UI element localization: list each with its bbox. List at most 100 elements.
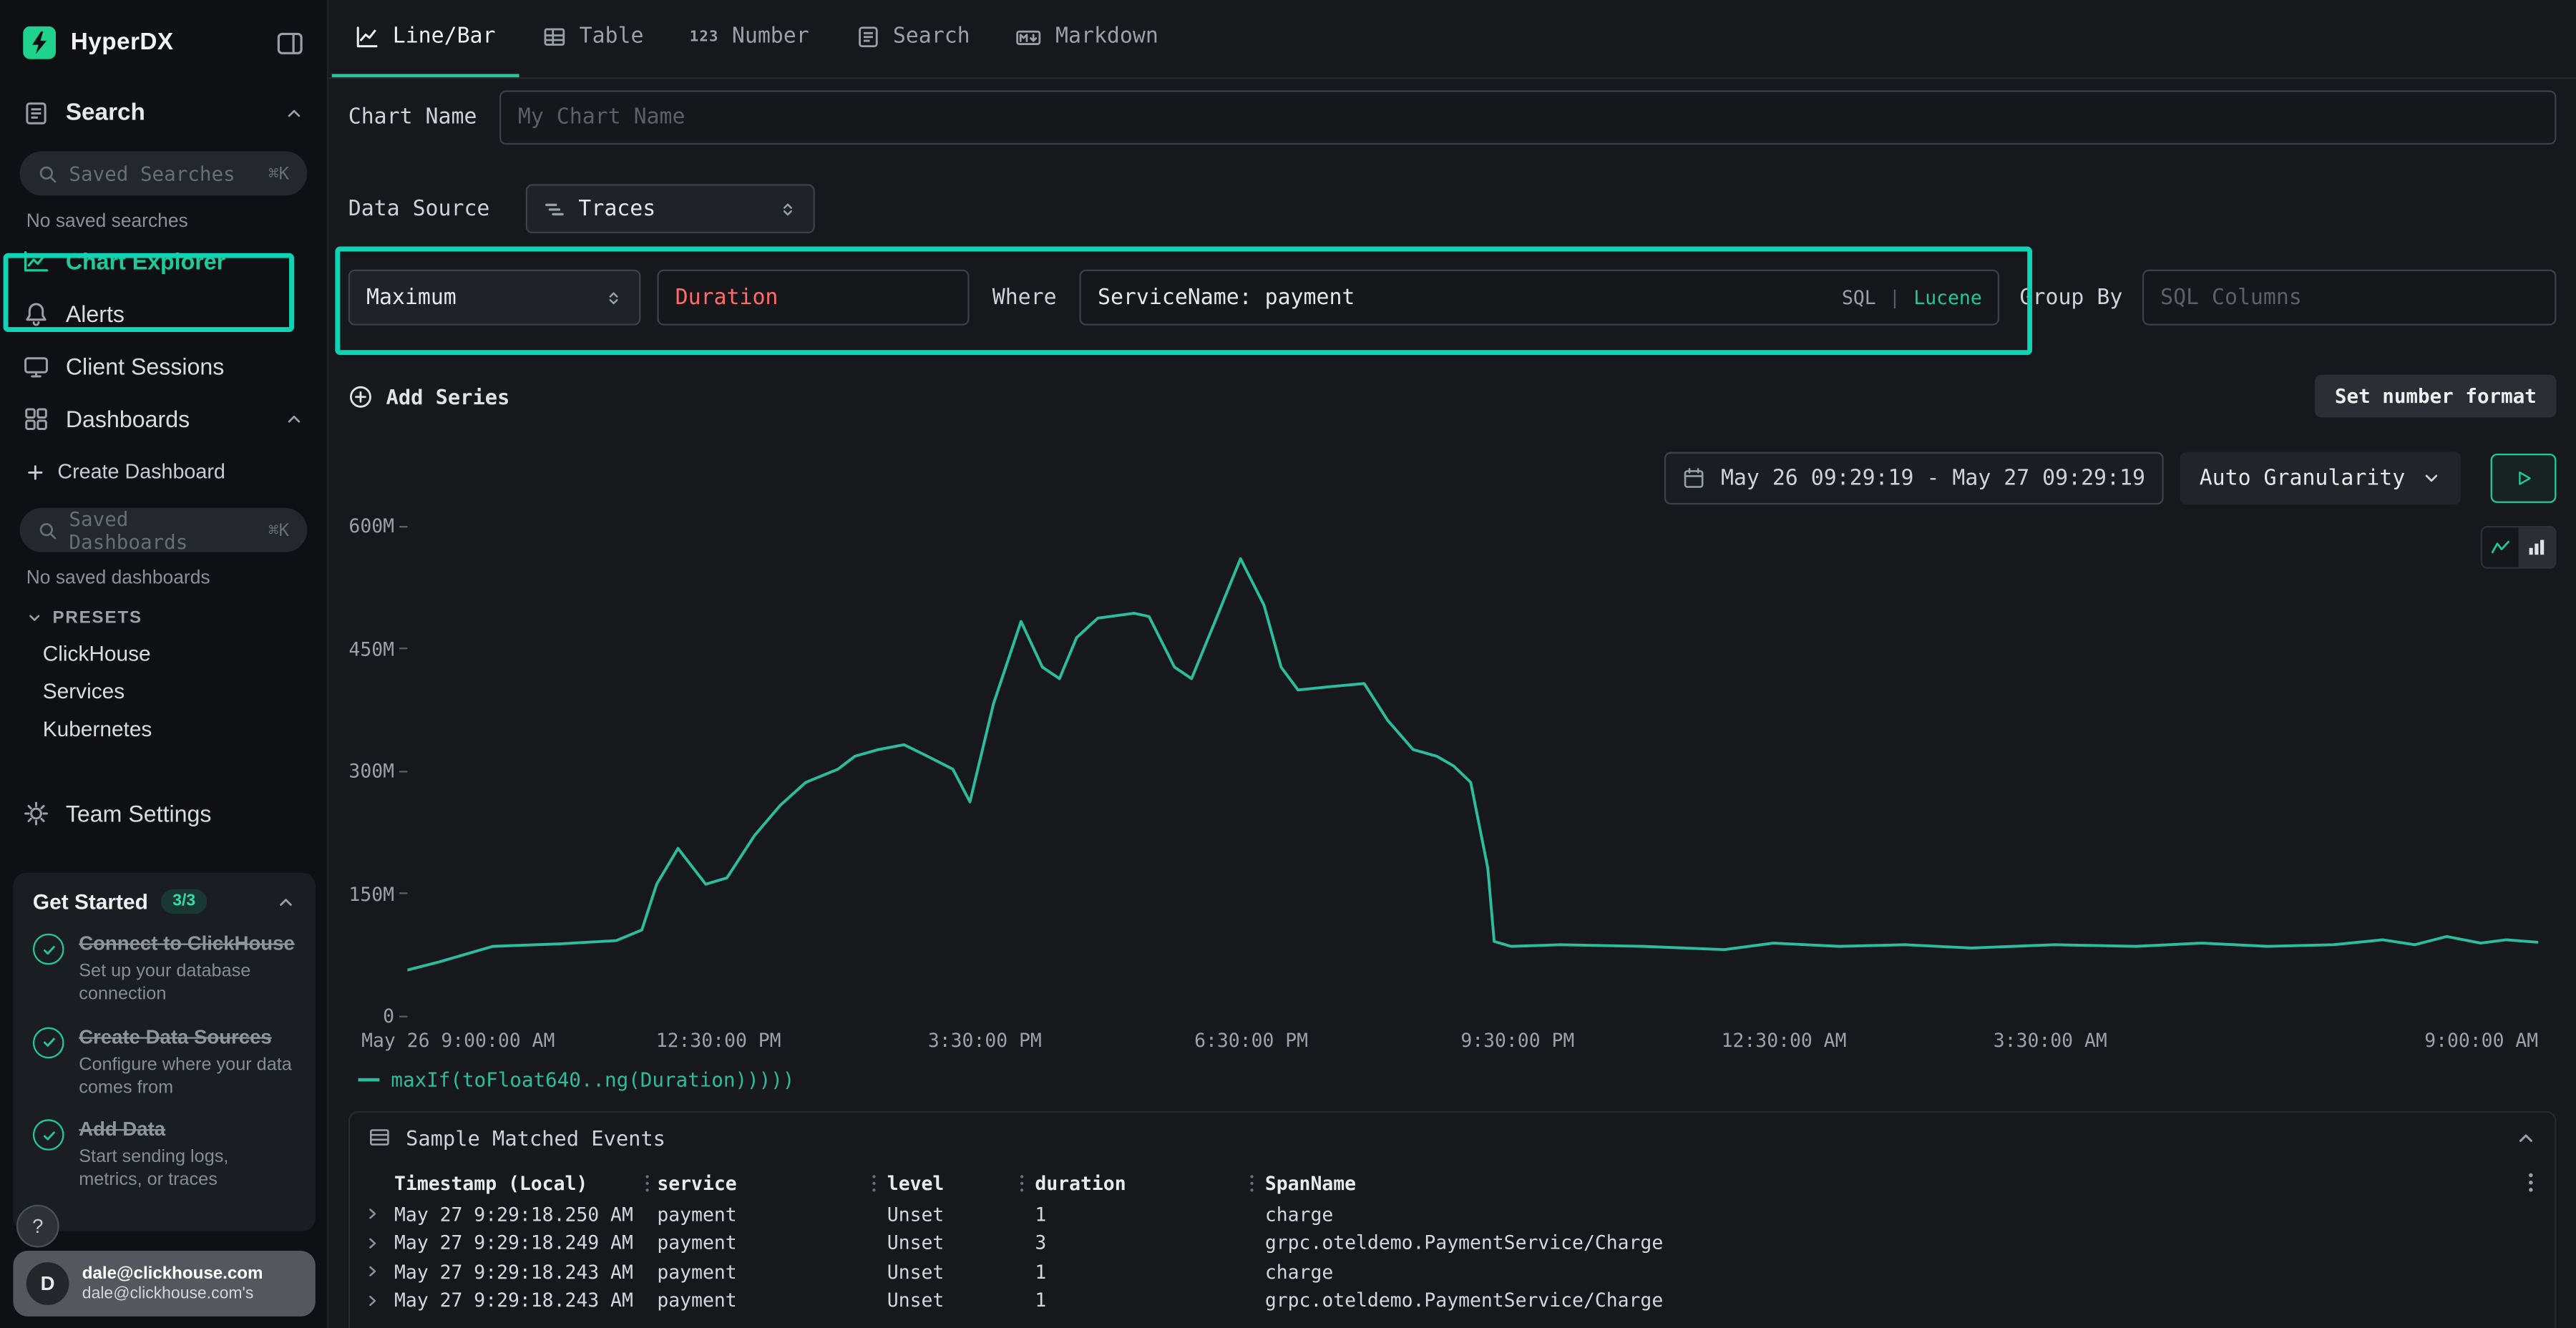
data-source-select[interactable]: Traces <box>526 184 815 233</box>
date-range-picker[interactable]: May 26 09:29:19 - May 27 09:29:19 <box>1665 452 2163 505</box>
x-tick-label: 6:30:00 PM <box>1194 1029 1308 1052</box>
chart-type-tabbar: Line/Bar Table 123 Number Search Markdow… <box>328 0 2576 79</box>
gear-icon <box>23 801 49 827</box>
check-circle-icon <box>33 934 64 965</box>
y-tick-label: 450M <box>348 637 407 660</box>
get-started-item[interactable]: Create Data Sources Configure where your… <box>33 1025 296 1100</box>
bar-view-toggle[interactable] <box>2519 527 2555 567</box>
chevron-up-icon[interactable] <box>284 409 304 429</box>
granularity-select[interactable]: Auto Granularity <box>2180 452 2461 505</box>
table-options-icon[interactable] <box>2524 1172 2539 1193</box>
col-timestamp[interactable]: Timestamp (Local) <box>394 1171 640 1194</box>
presets-toggle[interactable]: PRESETS <box>0 592 327 635</box>
saved-dashboards-input[interactable]: Saved Dashboards ⌘K <box>20 508 308 552</box>
row-expand-icon[interactable] <box>365 1236 394 1251</box>
granularity-value: Auto Granularity <box>2200 466 2406 490</box>
no-saved-searches-text: No saved searches <box>0 202 327 235</box>
tab-number[interactable]: 123 Number <box>667 0 832 77</box>
y-axis: 600M450M300M150M0 <box>348 526 408 1016</box>
sidebar-section-search[interactable]: Search <box>0 85 327 138</box>
row-expand-icon[interactable] <box>365 1207 394 1222</box>
row-expand-icon[interactable] <box>365 1293 394 1308</box>
x-tick-label: May 26 9:00:00 AM <box>361 1029 555 1052</box>
column-grip-icon[interactable] <box>867 1173 887 1193</box>
sidebar-item-label: Chart Explorer <box>66 248 225 275</box>
get-started-item-subtitle: Start sending logs, metrics, or traces <box>79 1146 296 1193</box>
plus-icon <box>26 463 44 481</box>
get-started-item[interactable]: Connect to ClickHouse Set up your databa… <box>33 932 296 1007</box>
create-dashboard-button[interactable]: Create Dashboard <box>0 445 327 494</box>
cell-timestamp: May 27 9:29:18.243 AM <box>394 1289 640 1312</box>
aggregation-field-input[interactable] <box>657 270 969 326</box>
line-view-toggle[interactable] <box>2482 527 2519 567</box>
tab-table[interactable]: Table <box>519 0 667 77</box>
search-section-icon <box>23 100 49 127</box>
chart-name-input[interactable] <box>500 90 2557 145</box>
sample-events-panel: Sample Matched Events Timestamp (Local) … <box>348 1111 2557 1328</box>
cell-spanname: charge <box>1265 1260 2499 1283</box>
collapse-sidebar-icon[interactable] <box>276 29 304 57</box>
add-series-button[interactable]: Add Series <box>348 384 510 408</box>
user-menu[interactable]: D dale@clickhouse.com dale@clickhouse.co… <box>13 1251 315 1317</box>
aggregation-select[interactable]: Maximum <box>348 270 641 326</box>
user-org: dale@clickhouse.com's <box>82 1285 263 1305</box>
chevron-up-icon[interactable] <box>276 892 296 912</box>
where-query-input-wrap: SQL | Lucene <box>1080 270 2000 326</box>
add-series-label: Add Series <box>386 384 510 408</box>
table-row[interactable]: May 27 9:29:18.250 AM payment Unset 1 ch… <box>365 1200 2539 1229</box>
group-by-input[interactable] <box>2142 270 2557 326</box>
sidebar-item-alerts[interactable]: Alerts <box>0 288 327 341</box>
cell-spanname: grpc.oteldemo.PaymentService/Charge <box>1265 1231 2499 1254</box>
cell-service: payment <box>657 1203 867 1226</box>
cell-duration: 1 <box>1035 1203 1245 1226</box>
x-tick-label: 12:30:00 AM <box>1722 1029 1847 1052</box>
column-grip-icon[interactable] <box>1015 1173 1035 1193</box>
search-doc-icon <box>855 24 879 49</box>
sidebar-item-client-sessions[interactable]: Client Sessions <box>0 340 327 393</box>
user-email: dale@clickhouse.com <box>82 1262 263 1286</box>
grid-icon <box>23 406 49 432</box>
chart-explorer-icon <box>23 248 49 275</box>
tab-label: Search <box>893 24 970 49</box>
column-grip-icon[interactable] <box>1245 1173 1265 1193</box>
chart-plot[interactable] <box>407 526 2538 1016</box>
y-tick-label: 300M <box>348 759 407 782</box>
table-row[interactable]: May 27 9:29:18.243 AM payment Unset 1 gr… <box>365 1286 2539 1314</box>
lucene-toggle[interactable]: Lucene <box>1913 286 1981 309</box>
preset-item-clickhouse[interactable]: ClickHouse <box>0 635 327 673</box>
help-button[interactable]: ? <box>16 1205 59 1248</box>
sidebar-item-team-settings[interactable]: Team Settings <box>0 787 327 840</box>
get-started-item[interactable]: Add Data Start sending logs, metrics, or… <box>33 1118 296 1193</box>
cell-spanname: charge <box>1265 1203 2499 1226</box>
collapse-panel-icon[interactable] <box>2515 1127 2537 1148</box>
tab-search[interactable]: Search <box>832 0 993 77</box>
col-level[interactable]: level <box>887 1171 1015 1194</box>
sidebar-item-chart-explorer[interactable]: Chart Explorer <box>0 235 327 288</box>
row-expand-icon[interactable] <box>365 1264 394 1279</box>
column-grip-icon[interactable] <box>640 1173 657 1193</box>
col-spanname[interactable]: SpanName <box>1265 1171 2499 1194</box>
set-number-format-button[interactable]: Set number format <box>2315 375 2556 418</box>
table-row[interactable]: May 27 9:29:18.243 AM payment Unset 1 ch… <box>365 1257 2539 1286</box>
table-row[interactable]: May 27 9:29:18.249 AM payment Unset 3 gr… <box>365 1229 2539 1257</box>
sidebar-item-label: Dashboards <box>66 406 190 432</box>
chevron-up-icon[interactable] <box>284 104 304 124</box>
sidebar-item-dashboards[interactable]: Dashboards <box>0 393 327 446</box>
col-service[interactable]: service <box>657 1171 867 1194</box>
sql-toggle[interactable]: SQL <box>1842 286 1876 309</box>
saved-searches-placeholder: Saved Searches <box>69 162 235 185</box>
where-query-input[interactable] <box>1098 285 1829 310</box>
run-query-button[interactable] <box>2491 454 2557 503</box>
col-duration[interactable]: duration <box>1035 1171 1245 1194</box>
bell-icon <box>23 301 49 327</box>
tab-label: Table <box>580 24 644 49</box>
tab-markdown[interactable]: Markdown <box>993 0 1181 77</box>
get-started-card: Get Started 3/3 Connect to ClickHouse Se… <box>13 873 315 1231</box>
saved-searches-input[interactable]: Saved Searches ⌘K <box>20 151 308 195</box>
cell-service: payment <box>657 1260 867 1283</box>
preset-item-kubernetes[interactable]: Kubernetes <box>0 710 327 748</box>
tab-line-bar[interactable]: Line/Bar <box>332 0 519 77</box>
preset-item-services[interactable]: Services <box>0 672 327 710</box>
traces-icon <box>544 198 565 220</box>
cell-level: Unset <box>887 1289 1015 1312</box>
